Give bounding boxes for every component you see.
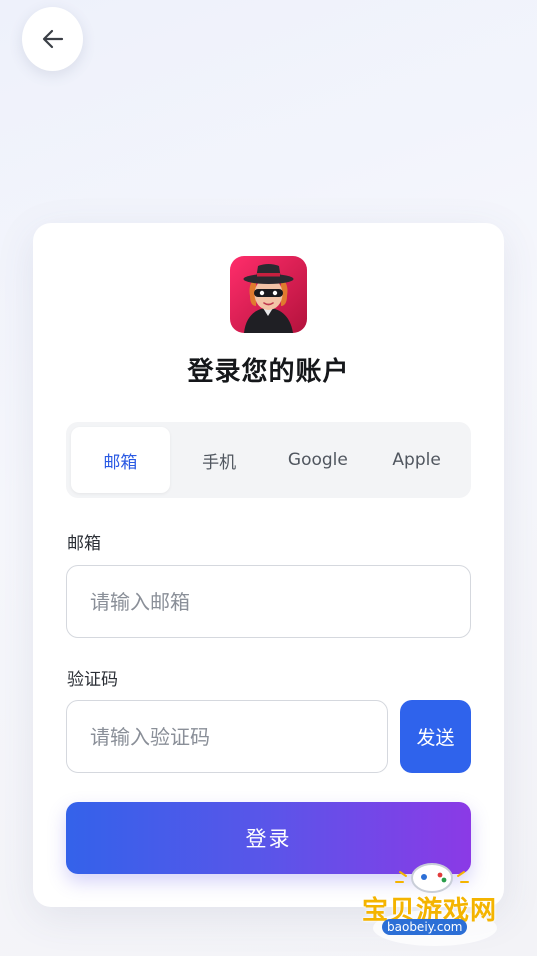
login-card: 登录您的账户 邮箱 手机 Google Apple 邮箱 验证码 发送 登录 (33, 223, 504, 907)
email-field[interactable] (66, 565, 471, 638)
tab-phone[interactable]: 手机 (170, 427, 269, 493)
tab-apple[interactable]: Apple (367, 427, 466, 493)
email-label: 邮箱 (67, 534, 101, 554)
page-title: 登录您的账户 (187, 357, 350, 387)
tab-google[interactable]: Google (269, 427, 368, 493)
tab-email[interactable]: 邮箱 (71, 427, 170, 493)
verification-code-field[interactable] (66, 700, 388, 773)
app-logo (230, 256, 307, 333)
send-code-button[interactable]: 发送 (400, 700, 471, 773)
login-method-tabs: 邮箱 手机 Google Apple (66, 422, 471, 498)
back-button[interactable] (22, 7, 83, 71)
watermark: 宝贝游戏网 baobeiy.com (360, 862, 510, 952)
arrow-left-icon (42, 29, 63, 49)
watermark-url: baobeiy.com (382, 919, 468, 935)
code-label: 验证码 (67, 670, 118, 690)
